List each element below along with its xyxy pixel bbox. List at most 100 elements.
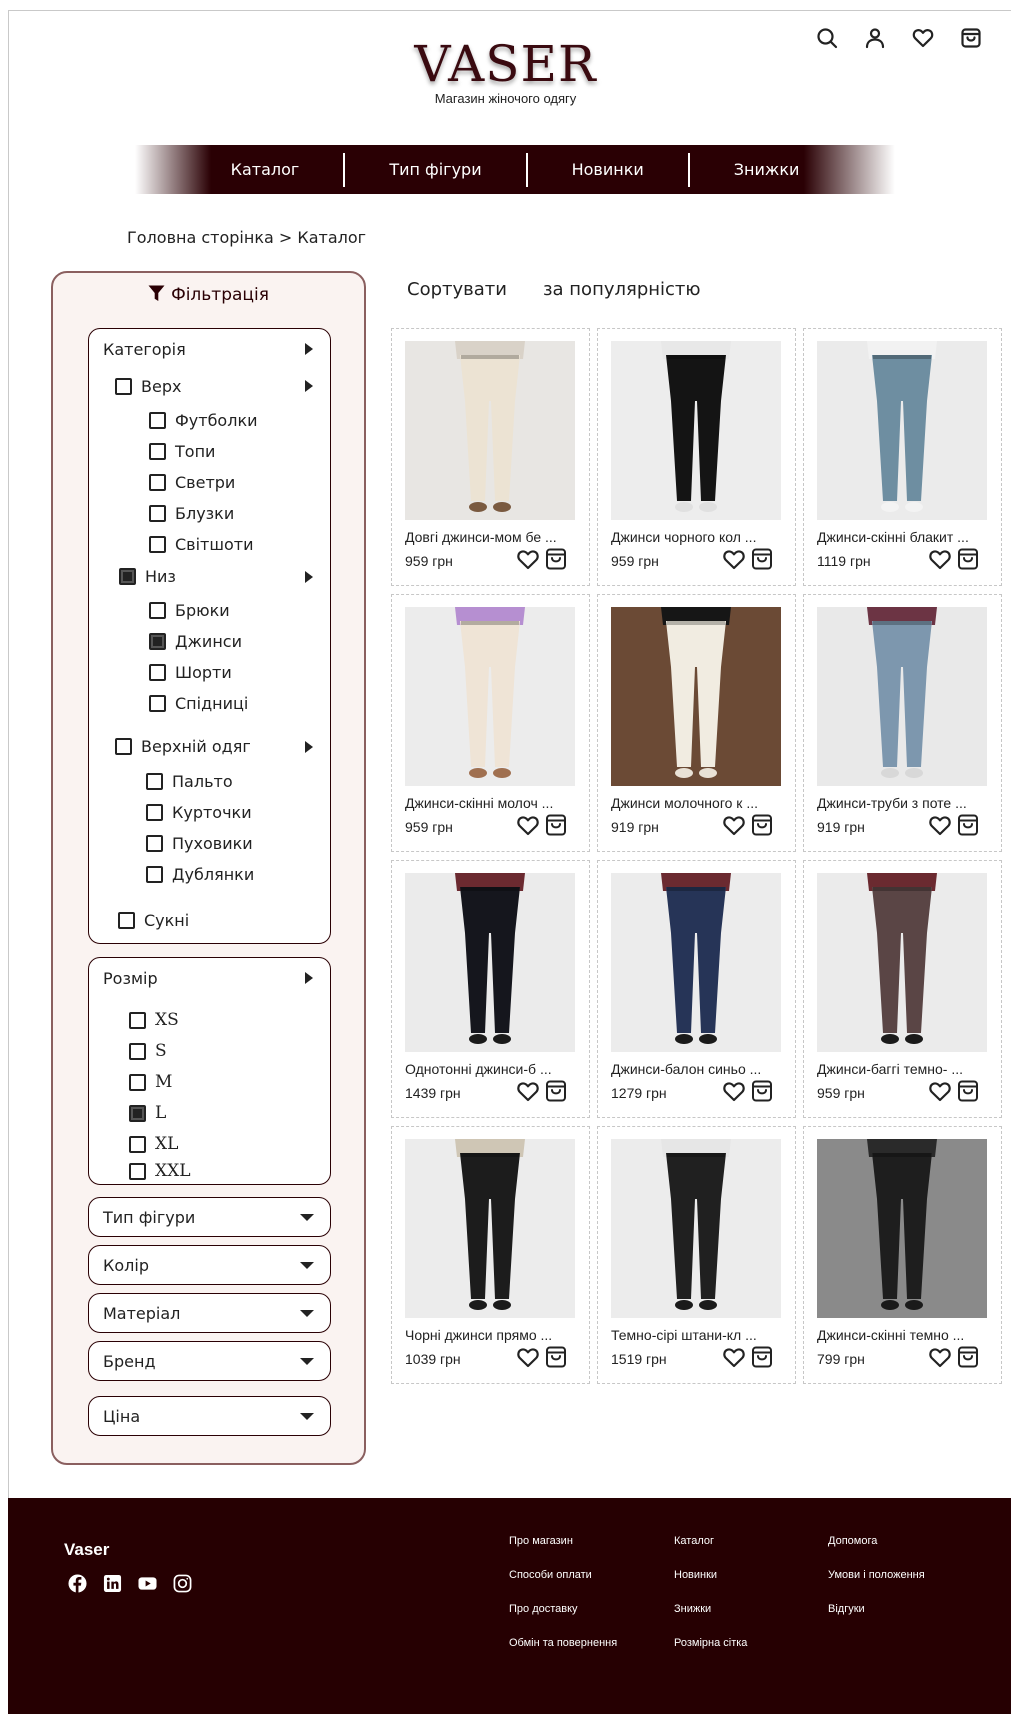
bag-icon[interactable] [751,547,773,571]
checkbox-jeans[interactable]: Джинси [149,632,242,651]
product-name[interactable]: Джинси-скінні блакит ... [817,529,993,545]
heart-icon[interactable] [911,26,935,50]
product-image[interactable] [817,873,987,1052]
footer-link[interactable]: Розмірна сітка [674,1636,747,1670]
heart-icon[interactable] [928,1346,952,1368]
checkbox-jackets[interactable]: Курточки [146,803,252,822]
dropdown-color[interactable]: Колір [88,1245,331,1285]
bag-icon[interactable] [957,813,979,837]
nav-item-new[interactable]: Новинки [528,154,688,186]
checkbox-tshirts[interactable]: Футболки [149,411,258,430]
checkbox[interactable] [149,602,166,619]
bag-icon[interactable] [545,1345,567,1369]
bag-icon[interactable] [957,547,979,571]
checkbox-size-s[interactable]: S [129,1041,167,1061]
caret-right-icon[interactable] [305,972,313,984]
footer-link[interactable]: Знижки [674,1602,747,1636]
heart-icon[interactable] [928,814,952,836]
checkbox[interactable] [146,773,163,790]
youtube-icon[interactable] [138,1574,157,1593]
product-card[interactable]: Джинси-балон синьо ... 1279 грн [597,860,796,1118]
nav-item-figure-type[interactable]: Тип фігури [345,154,525,186]
product-card[interactable]: Довгі джинси-мом бе ... 959 грн [391,328,590,586]
product-name[interactable]: Джинси-труби з поте ... [817,795,993,811]
checkbox[interactable] [115,378,132,395]
checkbox-checked[interactable] [119,568,136,585]
product-image[interactable] [611,341,781,520]
product-card[interactable]: Джинси-баггі темно- ... 959 грн [803,860,1002,1118]
bag-icon[interactable] [751,813,773,837]
product-card[interactable]: Джинси-скінні молоч ... 959 грн [391,594,590,852]
heart-icon[interactable] [516,1080,540,1102]
footer-link[interactable]: Про магазин [509,1534,617,1568]
checkbox-sweatshirts[interactable]: Світшоти [149,535,254,554]
checkbox-sweaters[interactable]: Светри [149,473,235,492]
product-image[interactable] [611,873,781,1052]
heart-icon[interactable] [516,548,540,570]
checkbox-skirts[interactable]: Спідниці [149,694,248,713]
checkbox-blouses[interactable]: Блузки [149,504,234,523]
product-name[interactable]: Чорні джинси прямо ... [405,1327,581,1343]
product-image[interactable] [611,1139,781,1318]
checkbox-size-l[interactable]: L [129,1103,166,1123]
product-name[interactable]: Довгі джинси-мом бе ... [405,529,581,545]
product-image[interactable] [817,607,987,786]
footer-link[interactable]: Відгуки [828,1602,925,1636]
checkbox[interactable] [146,835,163,852]
product-image[interactable] [405,1139,575,1318]
footer-link[interactable]: Допомога [828,1534,925,1568]
instagram-icon[interactable] [173,1574,192,1593]
heart-icon[interactable] [516,814,540,836]
checkbox[interactable] [129,1042,146,1060]
checkbox-size-xxl[interactable]: XXL [129,1161,191,1181]
checkbox[interactable] [146,804,163,821]
caret-right-icon[interactable] [305,380,313,392]
checkbox[interactable] [118,912,135,929]
product-name[interactable]: Джинси-баггі темно- ... [817,1061,993,1077]
bag-icon[interactable] [959,26,983,50]
facebook-icon[interactable] [68,1574,87,1593]
product-name[interactable]: Однотонні джинси-б ... [405,1061,581,1077]
sort-label[interactable]: Сортувати [407,279,507,300]
product-name[interactable]: Джинси-скінні молоч ... [405,795,581,811]
checkbox-size-xs[interactable]: XS [129,1010,179,1030]
product-image[interactable] [817,341,987,520]
checkbox[interactable] [149,505,166,522]
bag-icon[interactable] [545,547,567,571]
checkbox-checked[interactable] [129,1104,146,1122]
product-card[interactable]: Джинси молочного к ... 919 грн [597,594,796,852]
heart-icon[interactable] [928,548,952,570]
bag-icon[interactable] [751,1079,773,1103]
checkbox[interactable] [149,474,166,491]
dropdown-material[interactable]: Матеріал [88,1293,331,1333]
footer-link[interactable]: Обмін та повернення [509,1636,617,1670]
checkbox-tops[interactable]: Топи [149,442,215,461]
bag-icon[interactable] [957,1345,979,1369]
checkbox[interactable] [129,1073,146,1091]
dropdown-brand[interactable]: Бренд [88,1341,331,1381]
product-card[interactable]: Темно-сірі штани-кл ... 1519 грн [597,1126,796,1384]
footer-link[interactable]: Каталог [674,1534,747,1568]
bag-icon[interactable] [545,813,567,837]
nav-item-sale[interactable]: Знижки [690,154,844,186]
footer-link[interactable]: Про доставку [509,1602,617,1636]
product-card[interactable]: Однотонні джинси-б ... 1439 грн [391,860,590,1118]
heart-icon[interactable] [722,1080,746,1102]
checkbox[interactable] [129,1011,146,1029]
product-name[interactable]: Джинси чорного кол ... [611,529,787,545]
size-filter-label[interactable]: Розмір [103,969,158,988]
footer-link[interactable]: Новинки [674,1568,747,1602]
product-image[interactable] [817,1139,987,1318]
checkbox[interactable] [129,1135,146,1153]
product-image[interactable] [405,873,575,1052]
checkbox[interactable] [149,536,166,553]
product-card[interactable]: Джинси-скінні темно ... 799 грн [803,1126,1002,1384]
product-name[interactable]: Джинси-балон синьо ... [611,1061,787,1077]
checkbox-coats[interactable]: Пальто [146,772,233,791]
dropdown-figure-type[interactable]: Тип фігури [88,1197,331,1237]
checkbox-down-jackets[interactable]: Пуховики [146,834,253,853]
checkbox-checked[interactable] [149,633,166,650]
bag-icon[interactable] [751,1345,773,1369]
product-image[interactable] [405,341,575,520]
checkbox-group-outerwear[interactable]: Верхній одяг [115,737,251,756]
